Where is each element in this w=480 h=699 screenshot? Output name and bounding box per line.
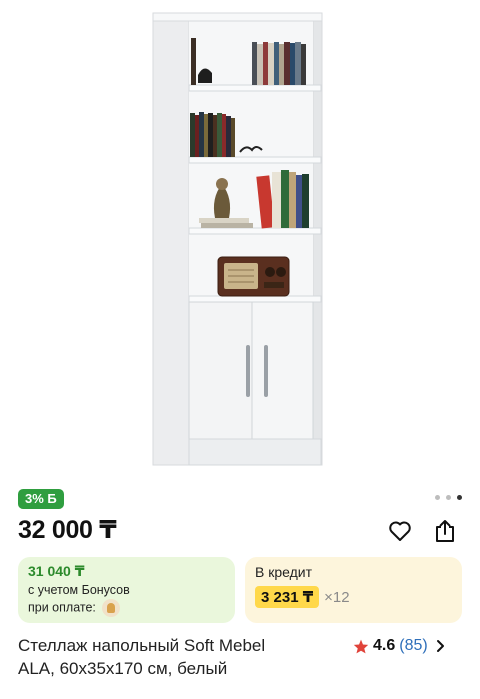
bookcase-photo — [152, 12, 323, 466]
credit-monthly-amount: 3 231 ₸ — [255, 586, 320, 608]
credit-card[interactable]: В кредит 3 231 ₸ ×12 — [245, 557, 462, 623]
credit-row: 3 231 ₸ ×12 — [255, 586, 452, 608]
favorite-button[interactable] — [385, 516, 415, 546]
chevron-right-icon — [436, 640, 444, 652]
bonus-percent-badge: 3% Б — [18, 489, 64, 509]
bonus-note-line1: с учетом Бонусов — [28, 583, 130, 597]
rating-link[interactable]: 4.6 (85) — [353, 637, 445, 655]
rating-value: 4.6 — [373, 637, 396, 654]
gallery-pagination[interactable] — [435, 495, 462, 500]
bonus-note: с учетом Бонусов при оплате: — [28, 582, 225, 617]
heart-icon — [389, 521, 411, 541]
gallery-dot[interactable] — [435, 495, 440, 500]
product-title: Стеллаж напольный Soft Mebel ALA, 60x35x… — [18, 634, 338, 680]
bonus-price: 31 040 ₸ — [28, 563, 85, 579]
reviews-count[interactable]: (85) — [399, 637, 427, 655]
bonus-coin-icon — [102, 599, 121, 617]
share-button[interactable] — [430, 516, 460, 546]
bonus-price-card[interactable]: 31 040 ₸ с учетом Бонусов при оплате: — [18, 557, 235, 623]
bonus-note-line2-wrap: при оплате: — [28, 599, 225, 617]
product-price: 32 000 ₸ — [18, 516, 117, 544]
share-icon — [436, 520, 454, 542]
credit-label: В кредит — [255, 564, 313, 580]
bonus-note-line2: при оплате: — [28, 600, 96, 615]
gallery-dot-active[interactable] — [457, 495, 462, 500]
product-title-line1: Стеллаж напольный Soft Mebel — [18, 636, 266, 655]
credit-term: ×12 — [324, 588, 350, 606]
product-title-line2: ALA, 60x35x170 см, белый — [18, 659, 228, 678]
star-icon — [353, 639, 369, 653]
gallery-dot[interactable] — [446, 495, 451, 500]
product-image[interactable] — [0, 0, 480, 480]
